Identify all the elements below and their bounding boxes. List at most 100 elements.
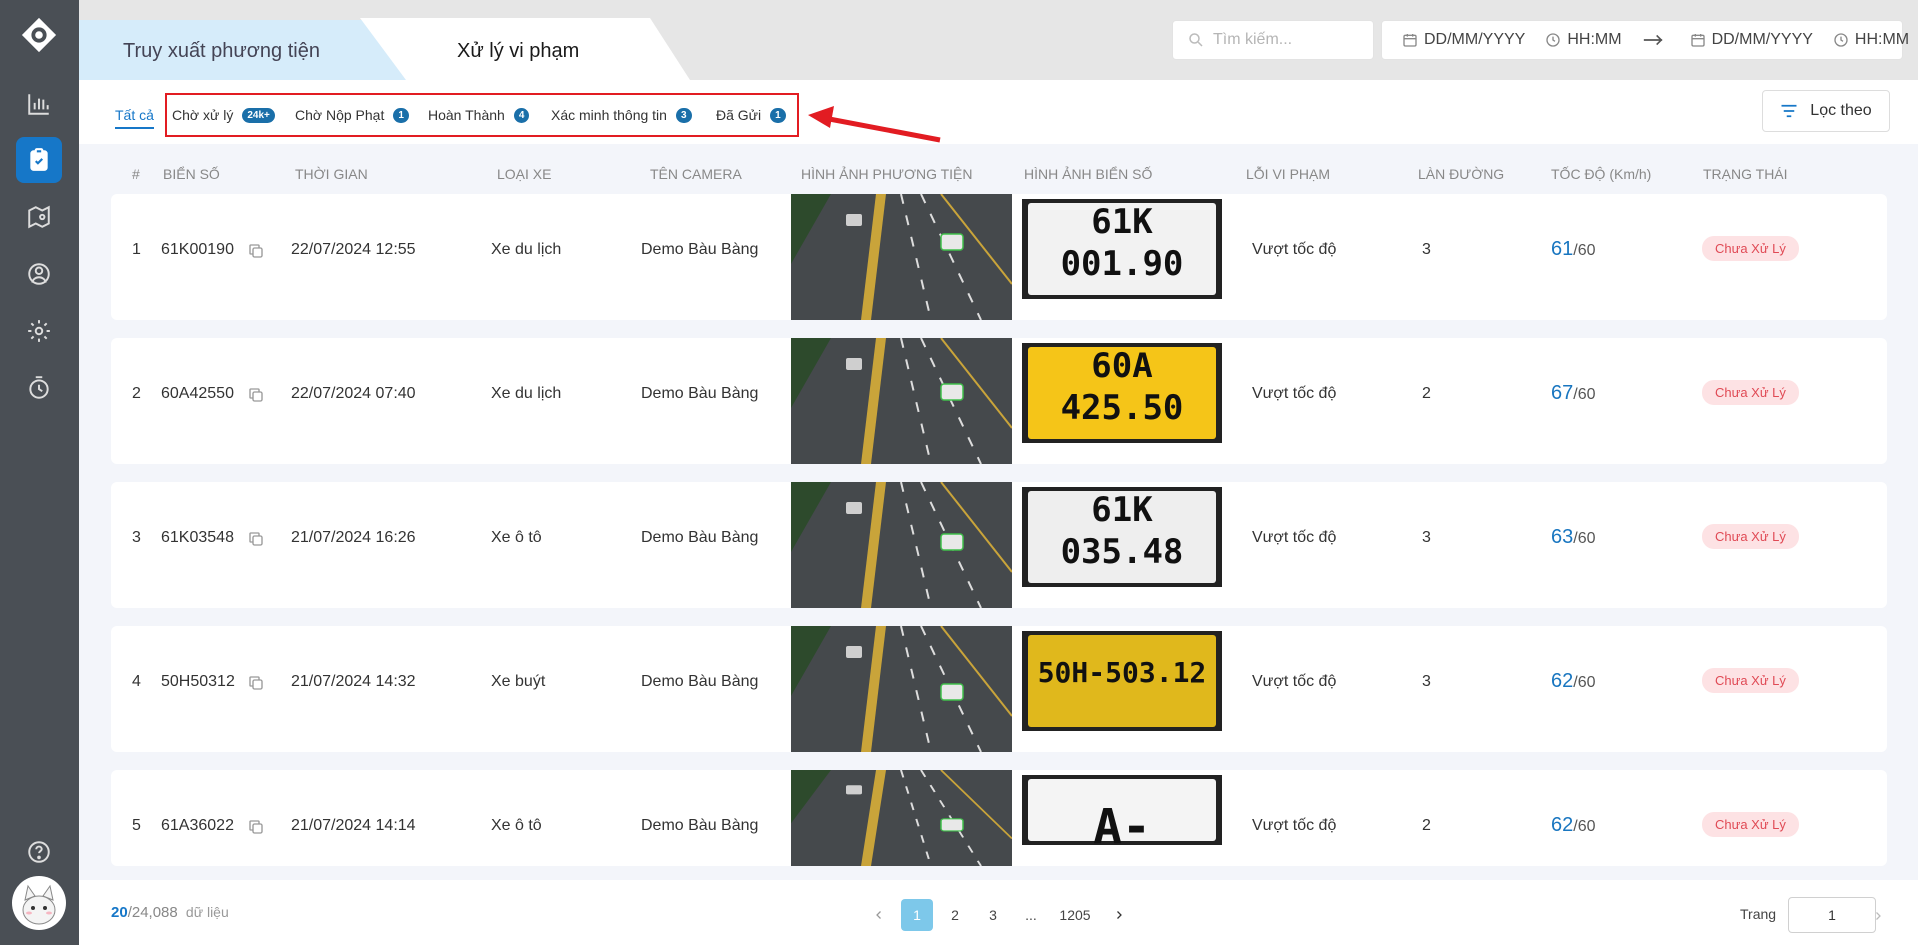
speed-limit: /60 <box>1573 242 1596 259</box>
vehicle-image[interactable] <box>791 338 1012 464</box>
row-speed: 62/60 <box>1551 814 1596 837</box>
row-camera: Demo Bàu Bàng <box>641 817 759 834</box>
plate-image[interactable]: 61K 035.48 <box>1022 487 1222 587</box>
column-header-plate-image: HÌNH ẢNH BIỂN SỐ <box>1024 166 1153 182</box>
status-badge[interactable]: Chưa Xử Lý <box>1702 380 1799 405</box>
vehicle-image[interactable] <box>791 626 1012 752</box>
copy-button[interactable] <box>247 242 265 265</box>
row-vehicle-type: Xe buýt <box>491 673 546 690</box>
row-index: 1 <box>132 241 141 258</box>
next-page-button[interactable] <box>1103 899 1135 931</box>
vehicle-image[interactable] <box>791 482 1012 608</box>
map-pin-icon <box>28 205 50 229</box>
chevron-right-icon <box>1117 911 1122 919</box>
row-lane: 2 <box>1422 817 1431 834</box>
nav-help[interactable] <box>16 829 62 875</box>
plate-image[interactable]: 60A 425.50 <box>1022 343 1222 443</box>
copy-button[interactable] <box>247 386 265 409</box>
tab-violation-processing-label[interactable]: Xử lý vi phạm <box>457 40 579 63</box>
row-plate: 61K03548 <box>161 529 234 546</box>
row-index: 3 <box>132 529 141 546</box>
help-icon <box>28 841 50 863</box>
status-badge[interactable]: Chưa Xử Lý <box>1702 668 1799 693</box>
nav-users[interactable] <box>16 251 62 297</box>
row-index: 4 <box>132 673 141 690</box>
chevron-left-icon <box>876 911 881 919</box>
column-header-plate: BIỂN SỐ <box>163 166 220 182</box>
time-to[interactable]: HH:MM <box>1855 31 1909 49</box>
plate-image[interactable]: A-360.2 <box>1022 775 1222 845</box>
row-vehicle-type: Xe du lịch <box>491 385 562 402</box>
copy-button[interactable] <box>247 818 265 841</box>
nav-map[interactable] <box>16 194 62 240</box>
copy-icon <box>249 244 263 258</box>
record-unit: dữ liệu <box>185 904 229 920</box>
page-last[interactable]: 1205 <box>1059 899 1091 931</box>
page-ellipsis[interactable]: ... <box>1015 899 1047 931</box>
speed-value: 62 <box>1551 670 1574 692</box>
column-header-violation: LỖI VI PHẠM <box>1246 166 1331 182</box>
highlight-box <box>165 93 799 137</box>
row-lane: 3 <box>1422 241 1431 258</box>
search-input[interactable]: Tìm kiếm... <box>1172 20 1374 60</box>
column-header-vehicle-image: HÌNH ẢNH PHƯƠNG TIỆN <box>801 166 973 182</box>
timer-icon <box>29 376 49 399</box>
page-3[interactable]: 3 <box>977 899 1009 931</box>
chevron-right-icon <box>1876 912 1881 920</box>
filter-tab-all[interactable]: Tất cả <box>115 107 154 129</box>
record-total: /24,088 <box>127 904 178 921</box>
copy-icon <box>249 820 263 834</box>
row-plate: 61K00190 <box>161 241 234 258</box>
nav-statistics[interactable] <box>16 81 62 127</box>
status-badge[interactable]: Chưa Xử Lý <box>1702 812 1799 837</box>
filter-button-label: Lọc theo <box>1810 102 1872 119</box>
vehicle-image[interactable] <box>791 194 1012 320</box>
copy-button[interactable] <box>247 530 265 553</box>
date-to[interactable]: DD/MM/YYYY <box>1712 31 1813 49</box>
date-from[interactable]: DD/MM/YYYY <box>1424 31 1525 49</box>
date-range-picker[interactable]: DD/MM/YYYY HH:MM DD/MM/YYYY HH:MM <box>1381 20 1909 60</box>
avatar[interactable] <box>12 876 66 930</box>
cat-avatar-icon <box>22 884 56 925</box>
row-plate: 50H50312 <box>161 673 235 690</box>
filter-button[interactable]: Lọc theo <box>1762 90 1890 132</box>
vehicle-image[interactable] <box>791 770 1012 866</box>
column-header-vehicle-type: LOẠI XE <box>497 166 552 182</box>
row-time: 22/07/2024 07:40 <box>291 385 416 402</box>
status-badge[interactable]: Chưa Xử Lý <box>1702 236 1799 261</box>
prev-page-button[interactable] <box>863 899 895 931</box>
plate-image[interactable]: 61K 001.90 <box>1022 199 1222 299</box>
plate-text-line1: 61K <box>1091 490 1153 530</box>
plate-image[interactable]: 50H-503.12 <box>1022 631 1222 731</box>
tab-vehicle-lookup-label[interactable]: Truy xuất phương tiện <box>123 40 320 63</box>
row-speed: 62/60 <box>1551 670 1596 693</box>
row-index: 2 <box>132 385 141 402</box>
nav-settings[interactable] <box>16 308 62 354</box>
row-time: 21/07/2024 14:32 <box>291 673 416 690</box>
row-index: 5 <box>132 817 141 834</box>
app-logo-icon[interactable] <box>20 16 58 54</box>
page-2[interactable]: 2 <box>939 899 971 931</box>
time-from[interactable]: HH:MM <box>1567 31 1621 49</box>
status-badge[interactable]: Chưa Xử Lý <box>1702 524 1799 549</box>
calendar-icon <box>1690 34 1705 47</box>
sidebar <box>0 0 79 945</box>
row-violation: Vượt tốc độ <box>1252 817 1337 834</box>
nav-violations[interactable] <box>16 137 62 183</box>
gear-icon <box>28 320 50 342</box>
copy-icon <box>249 676 263 690</box>
row-camera: Demo Bàu Bàng <box>641 673 759 690</box>
speed-value: 62 <box>1551 814 1574 836</box>
copy-button[interactable] <box>247 674 265 697</box>
row-speed: 63/60 <box>1551 526 1596 549</box>
record-shown: 20 <box>111 904 128 921</box>
copy-icon <box>249 388 263 402</box>
row-violation: Vượt tốc độ <box>1252 241 1337 258</box>
page-jump-next[interactable] <box>1862 900 1894 932</box>
page-1[interactable]: 1 <box>901 899 933 931</box>
speed-value: 61 <box>1551 238 1574 260</box>
column-header-camera: TÊN CAMERA <box>650 166 742 182</box>
nav-history[interactable] <box>16 365 62 411</box>
speed-limit: /60 <box>1573 386 1596 403</box>
annotation-arrow-icon <box>808 106 941 143</box>
